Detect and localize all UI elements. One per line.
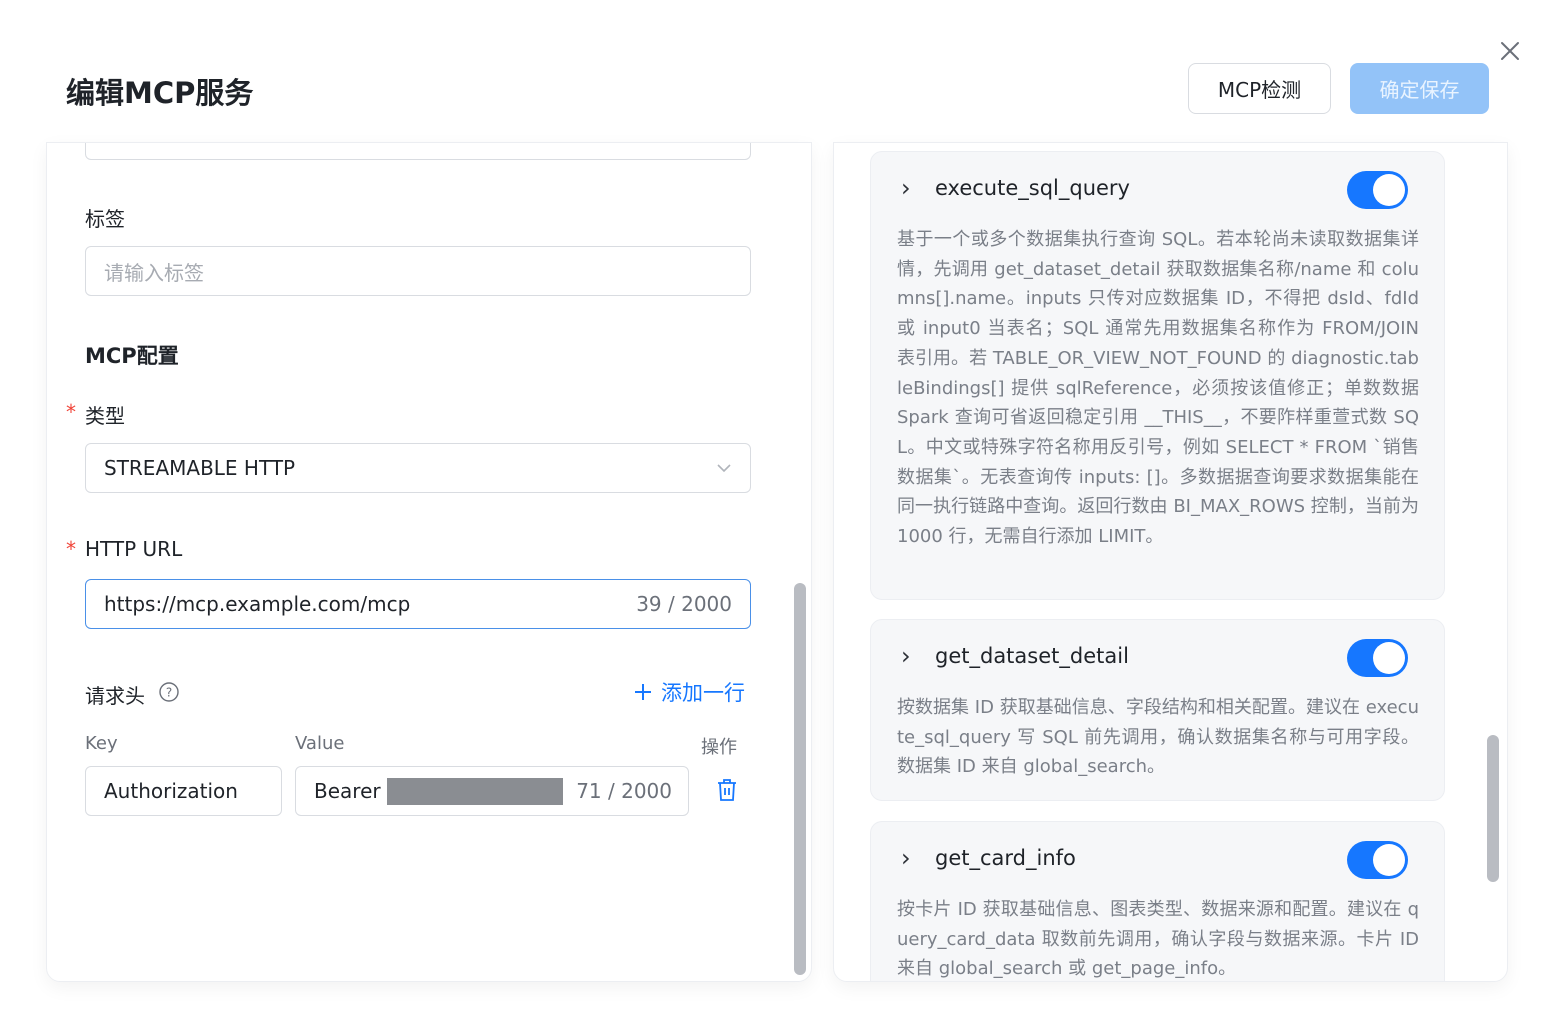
tool-card: › get_dataset_detail 按数据集 ID 获取基础信息、字段结构… xyxy=(870,619,1445,801)
url-value: https://mcp.example.com/mcp xyxy=(104,592,411,616)
section-title: MCP配置 xyxy=(85,344,179,368)
url-counter: 39 / 2000 xyxy=(636,592,732,616)
tool-card: › get_card_info 按卡片 ID 获取基础信息、图表类型、数据来源和… xyxy=(870,821,1445,981)
chevron-right-icon[interactable]: › xyxy=(901,174,911,202)
url-label: HTTP URL xyxy=(85,537,183,561)
tool-name[interactable]: get_dataset_detail xyxy=(935,644,1129,668)
description-input-partial[interactable] xyxy=(85,143,751,160)
tags-placeholder: 请输入标签 xyxy=(104,260,204,285)
add-row-label: 添加一行 xyxy=(661,681,745,705)
type-label: 类型 xyxy=(85,404,125,428)
type-value: STREAMABLE HTTP xyxy=(104,456,296,480)
left-scrollbar[interactable] xyxy=(793,143,807,981)
plus-icon xyxy=(635,684,651,700)
form-panel: 标签 请输入标签 MCP配置 * 类型 STREAMABLE HTTP * HT… xyxy=(46,142,812,982)
tool-description: 按数据集 ID 获取基础信息、字段结构和相关配置。建议在 execute_sql… xyxy=(897,697,1419,778)
save-button[interactable]: 确定保存 xyxy=(1350,63,1489,114)
mcp-check-button[interactable]: MCP检测 xyxy=(1188,63,1331,114)
chevron-down-icon xyxy=(717,464,731,473)
tool-card: › execute_sql_query 基于一个或多个数据集执行查询 SQL。若… xyxy=(870,151,1445,600)
left-scrollbar-thumb[interactable] xyxy=(794,583,806,975)
right-scrollbar-thumb[interactable] xyxy=(1487,735,1499,882)
header-value-counter: 71 / 2000 xyxy=(576,779,672,803)
redacted-token xyxy=(386,777,563,805)
chevron-right-icon[interactable]: › xyxy=(901,642,911,670)
header-value-input[interactable]: Bearer 71 / 2000 xyxy=(295,766,689,816)
tool-description: 按卡片 ID 获取基础信息、图表类型、数据来源和配置。建议在 query_car… xyxy=(897,899,1419,980)
required-mark: * xyxy=(66,400,76,424)
tool-toggle[interactable] xyxy=(1347,171,1408,209)
tool-toggle[interactable] xyxy=(1347,639,1408,677)
url-input[interactable]: https://mcp.example.com/mcp 39 / 2000 xyxy=(85,579,751,629)
delete-icon[interactable] xyxy=(716,778,738,802)
close-icon[interactable] xyxy=(1497,38,1523,64)
column-action: 操作 xyxy=(701,737,737,758)
header-key-value: Authorization xyxy=(104,779,238,803)
dialog-title: 编辑MCP服务 xyxy=(66,76,254,110)
required-mark: * xyxy=(66,537,76,561)
type-select[interactable]: STREAMABLE HTTP xyxy=(85,443,751,493)
column-key: Key xyxy=(85,733,118,754)
tags-label: 标签 xyxy=(85,207,125,231)
header-key-input[interactable]: Authorization xyxy=(85,766,282,816)
headers-label: 请求头 xyxy=(85,684,145,708)
tool-name[interactable]: execute_sql_query xyxy=(935,176,1130,200)
column-value: Value xyxy=(295,733,345,754)
chevron-right-icon[interactable]: › xyxy=(901,844,911,872)
right-scrollbar[interactable] xyxy=(1486,143,1500,981)
tool-description: 基于一个或多个数据集执行查询 SQL。若本轮尚未读取数据集详情，先调用 get_… xyxy=(897,229,1419,548)
tool-name[interactable]: get_card_info xyxy=(935,846,1076,870)
svg-text:?: ? xyxy=(166,686,172,700)
tags-input[interactable]: 请输入标签 xyxy=(85,246,751,296)
header-value-prefix: Bearer xyxy=(314,779,381,803)
tool-toggle[interactable] xyxy=(1347,841,1408,879)
help-icon[interactable]: ? xyxy=(158,681,180,703)
add-row-button[interactable]: 添加一行 xyxy=(633,677,745,707)
